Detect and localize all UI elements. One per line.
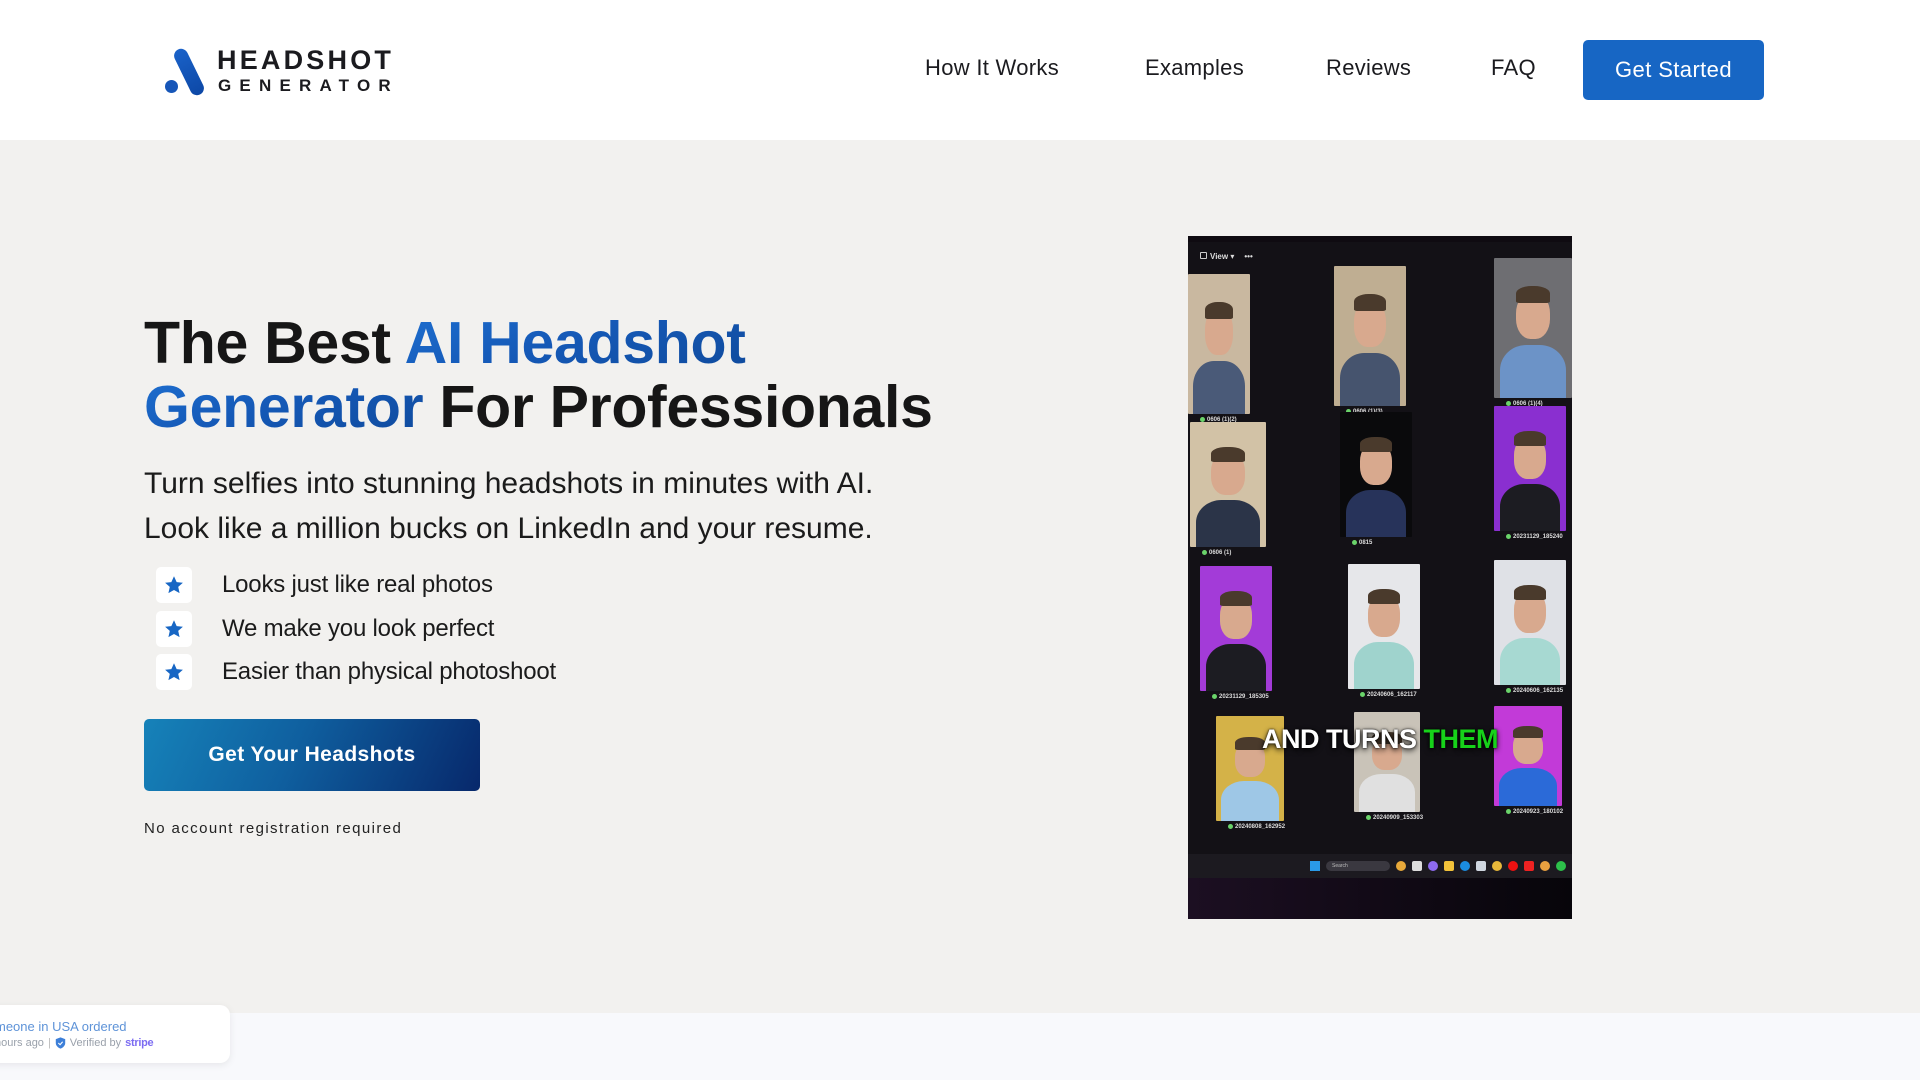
logo-mark-icon <box>163 45 207 98</box>
video-tile <box>1494 706 1562 806</box>
nav-how-it-works[interactable]: How It Works <box>925 55 1059 81</box>
star-icon <box>156 654 192 690</box>
nav-examples[interactable]: Examples <box>1145 55 1244 81</box>
nav-faq[interactable]: FAQ <box>1491 55 1536 81</box>
video-tile <box>1200 566 1272 691</box>
logo-line-1: HEADSHOT <box>217 44 395 75</box>
taskview-icon <box>1412 861 1422 871</box>
file-explorer-icon <box>1444 861 1454 871</box>
next-section <box>0 1013 1920 1080</box>
video-tile-label: 20231129_185240 <box>1506 534 1563 540</box>
caption-highlight: THEM <box>1423 724 1499 754</box>
toast-separator: | <box>47 1037 51 1049</box>
more-icon: ••• <box>1244 252 1253 261</box>
opera-icon <box>1508 861 1518 871</box>
video-toolbar: View ▾ ••• <box>1200 252 1253 261</box>
stripe-logo: stripe <box>125 1037 154 1049</box>
hero-subtitle: Turn selfies into stunning headshots in … <box>144 461 873 551</box>
feature-item: We make you look perfect <box>156 610 556 647</box>
feature-item: Easier than physical photoshoot <box>156 654 556 690</box>
no-registration-note: No account registration required <box>144 820 403 837</box>
video-tile <box>1188 274 1250 414</box>
feature-text: Looks just like real photos <box>222 571 493 598</box>
chrome-icon <box>1492 861 1502 871</box>
video-taskbar: Search <box>1188 854 1572 878</box>
video-tile-label: 0606 (1) <box>1202 550 1231 556</box>
get-started-button[interactable]: Get Started <box>1583 40 1764 100</box>
site-header: HEADSHOT GENERATOR How It Works Examples… <box>0 0 1920 140</box>
weather-icon <box>1396 861 1406 871</box>
feature-list: Looks just like real photos We make you … <box>156 567 556 698</box>
video-tile <box>1494 560 1566 685</box>
video-caption: AND TURNS THEM <box>1188 724 1572 755</box>
hero-title-accent-2: Generator <box>144 374 424 440</box>
video-tile-label: 20240606_162135 <box>1506 688 1563 694</box>
teams-icon <box>1428 861 1438 871</box>
toast-verified-label: Verified by <box>69 1037 122 1049</box>
toast-meta: hours ago | Verified by stripe <box>0 1037 154 1049</box>
video-tile <box>1334 266 1406 406</box>
hero-title-part-2: For Professionals <box>423 374 933 440</box>
order-notification-toast[interactable]: meone in USA ordered hours ago | Verifie… <box>0 1005 230 1063</box>
hero-title-part-1: The Best <box>144 310 405 376</box>
toast-time: hours ago <box>0 1037 44 1049</box>
store-icon <box>1476 861 1486 871</box>
spotify-icon <box>1556 861 1566 871</box>
verified-shield-icon <box>55 1037 66 1049</box>
star-icon <box>156 610 192 647</box>
taskbar-search: Search <box>1326 861 1390 871</box>
feature-text: We make you look perfect <box>222 614 495 642</box>
video-tile-label: 20240808_162952 <box>1228 824 1285 830</box>
video-tile-label: 20240909_153303 <box>1366 815 1423 821</box>
view-label: View <box>1210 252 1229 261</box>
hero-title-accent-1: AI Headshot <box>404 310 746 376</box>
video-tile-label: 20240923_180102 <box>1506 809 1563 815</box>
feature-text: Easier than physical photoshoot <box>222 658 557 685</box>
feature-item: Looks just like real photos <box>156 567 556 603</box>
monitor-bezel <box>1188 878 1572 919</box>
logo-text: HEADSHOT GENERATOR <box>217 44 399 95</box>
demo-video[interactable]: View ▾ ••• 0606 (1)(2)0606 (1)(3)0606 (1… <box>1188 236 1572 919</box>
video-tile-label: 20240606_162117 <box>1360 692 1417 698</box>
logo-line-2: GENERATOR <box>218 75 399 95</box>
video-tile <box>1348 564 1420 689</box>
toast-message: meone in USA ordered <box>0 1019 127 1034</box>
hero-subtitle-line-2: Look like a million bucks on LinkedIn an… <box>144 512 873 545</box>
hero-subtitle-line-1: Turn selfies into stunning headshots in … <box>144 467 874 500</box>
chrome-icon-2 <box>1540 861 1550 871</box>
youtube-icon <box>1524 861 1534 871</box>
video-tile-label: 0815 <box>1352 540 1372 546</box>
get-your-headshots-button[interactable]: Get Your Headshots <box>144 719 480 791</box>
edge-icon <box>1460 861 1470 871</box>
nav-reviews[interactable]: Reviews <box>1326 55 1411 81</box>
logo[interactable]: HEADSHOT GENERATOR <box>163 44 399 98</box>
video-tile <box>1494 258 1572 398</box>
checkbox-icon <box>1200 252 1207 259</box>
windows-start-icon <box>1310 861 1320 871</box>
hero-title: The Best AI Headshot Generator For Profes… <box>144 311 933 439</box>
video-tile-label: 20231129_185305 <box>1212 694 1269 700</box>
star-icon <box>156 567 192 603</box>
video-tile <box>1340 412 1412 537</box>
video-tile <box>1190 422 1266 547</box>
video-tile <box>1494 406 1566 531</box>
caption-text: AND TURNS <box>1262 724 1424 754</box>
